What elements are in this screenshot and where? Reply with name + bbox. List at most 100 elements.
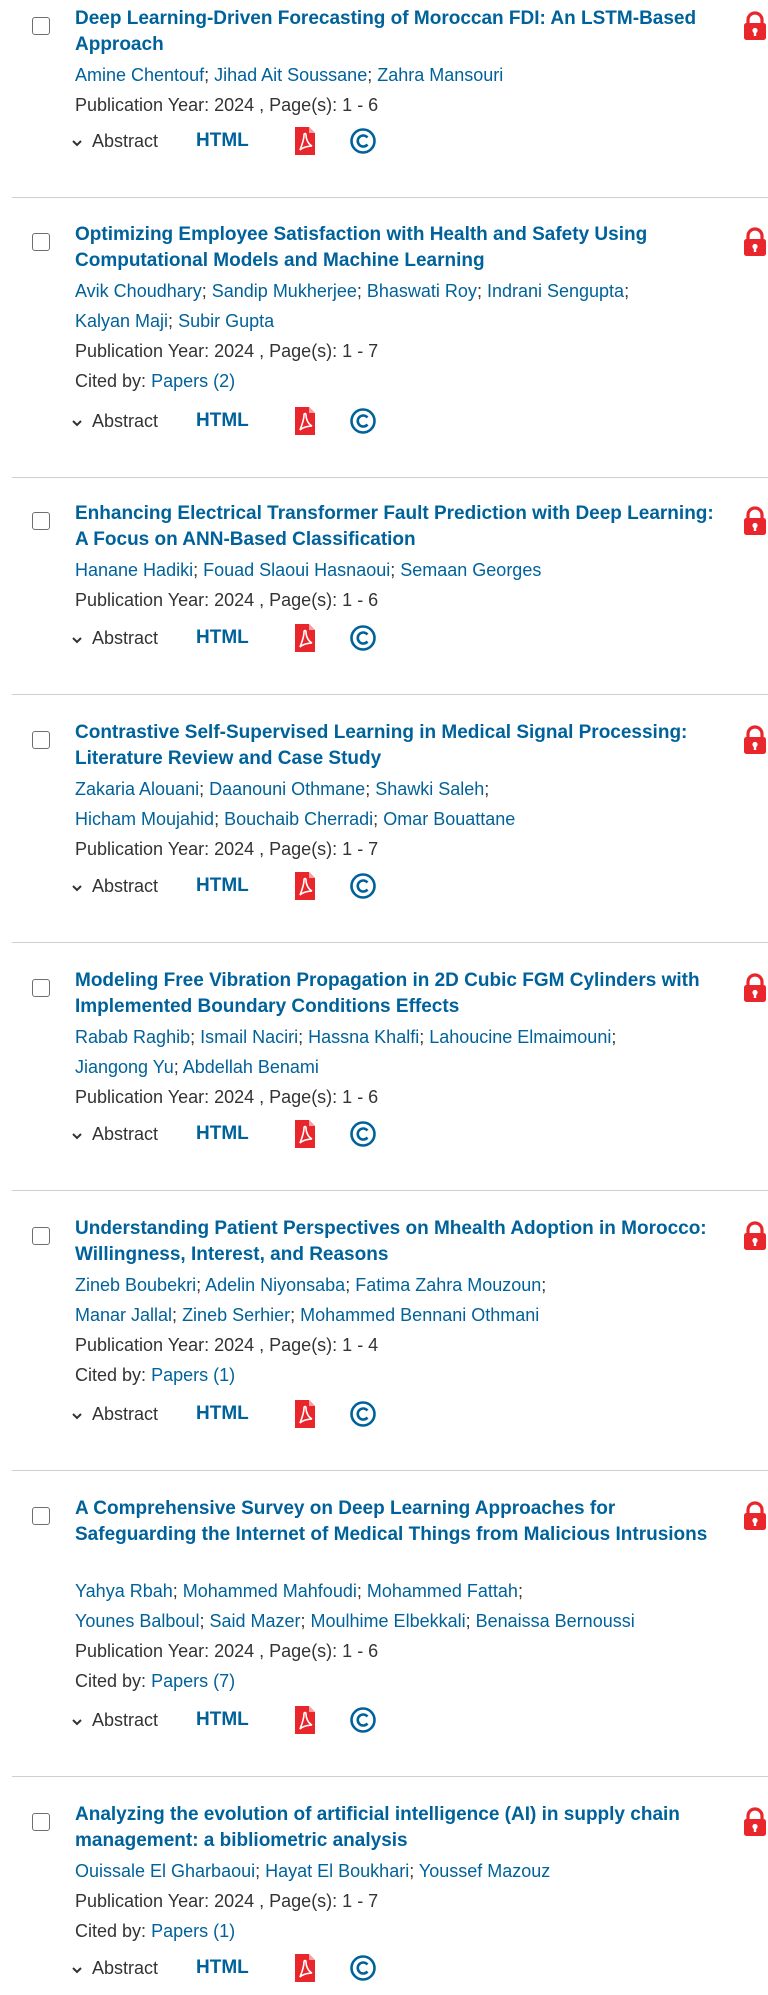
select-checkbox[interactable] bbox=[32, 17, 50, 35]
html-link[interactable]: HTML bbox=[196, 1709, 293, 1731]
copyright-icon[interactable] bbox=[349, 1954, 377, 1982]
author-link[interactable]: Shawki Saleh bbox=[375, 779, 484, 799]
divider bbox=[12, 477, 768, 478]
author-link[interactable]: Subir Gupta bbox=[178, 311, 274, 331]
abstract-toggle[interactable]: Abstract bbox=[70, 131, 196, 152]
author-link[interactable]: Zahra Mansouri bbox=[377, 65, 503, 85]
author-link[interactable]: Zineb Boubekri bbox=[75, 1275, 196, 1295]
author-link[interactable]: Amine Chentouf bbox=[75, 65, 204, 85]
author-link[interactable]: Ouissale El Gharbaoui bbox=[75, 1861, 255, 1881]
pdf-icon[interactable] bbox=[293, 623, 317, 653]
pdf-icon[interactable] bbox=[293, 1953, 317, 1983]
select-checkbox[interactable] bbox=[32, 1227, 50, 1245]
pdf-icon[interactable] bbox=[293, 1119, 317, 1149]
result-title-link[interactable]: Modeling Free Vibration Propagation in 2… bbox=[75, 968, 715, 1020]
author-link[interactable]: Moulhime Elbekkali bbox=[311, 1611, 466, 1631]
author-link[interactable]: Younes Balboul bbox=[75, 1611, 199, 1631]
author-link[interactable]: Hicham Moujahid bbox=[75, 809, 214, 829]
author-link[interactable]: Indrani Sengupta bbox=[487, 281, 624, 301]
select-checkbox[interactable] bbox=[32, 979, 50, 997]
abstract-toggle[interactable]: Abstract bbox=[70, 1710, 196, 1731]
result-actions: Abstract HTML bbox=[70, 620, 377, 656]
author-link[interactable]: Omar Bouattane bbox=[383, 809, 515, 829]
html-link[interactable]: HTML bbox=[196, 130, 293, 152]
author-separator: ; bbox=[290, 1305, 301, 1325]
author-link[interactable]: Lahoucine Elmaimouni bbox=[429, 1027, 611, 1047]
copyright-icon[interactable] bbox=[349, 1120, 377, 1148]
result-title-link[interactable]: Enhancing Electrical Transformer Fault P… bbox=[75, 501, 715, 553]
pdf-icon[interactable] bbox=[293, 1705, 317, 1735]
result-title-link[interactable]: Optimizing Employee Satisfaction with He… bbox=[75, 222, 715, 274]
select-checkbox[interactable] bbox=[32, 731, 50, 749]
author-separator: ; bbox=[465, 1611, 476, 1631]
author-link[interactable]: Jihad Ait Soussane bbox=[214, 65, 367, 85]
author-link[interactable]: Bhaswati Roy bbox=[367, 281, 477, 301]
author-link[interactable]: Rabab Raghib bbox=[75, 1027, 190, 1047]
abstract-toggle[interactable]: Abstract bbox=[70, 411, 196, 432]
cited-by-papers-link[interactable]: Papers (1) bbox=[151, 1921, 235, 1941]
author-link[interactable]: Benaissa Bernoussi bbox=[476, 1611, 635, 1631]
author-link[interactable]: Sandip Mukherjee bbox=[212, 281, 357, 301]
cited-by-papers-link[interactable]: Papers (1) bbox=[151, 1365, 235, 1385]
copyright-icon[interactable] bbox=[349, 624, 377, 652]
html-link[interactable]: HTML bbox=[196, 1123, 293, 1145]
copyright-icon[interactable] bbox=[349, 1706, 377, 1734]
author-link[interactable]: Manar Jallal bbox=[75, 1305, 172, 1325]
author-separator: ; bbox=[204, 65, 215, 85]
html-link[interactable]: HTML bbox=[196, 410, 293, 432]
copyright-icon[interactable] bbox=[349, 1400, 377, 1428]
copyright-icon[interactable] bbox=[349, 407, 377, 435]
author-link[interactable]: Semaan Georges bbox=[400, 560, 541, 580]
result-title-link[interactable]: Analyzing the evolution of artificial in… bbox=[75, 1802, 715, 1854]
cited-by-papers-link[interactable]: Papers (2) bbox=[151, 371, 235, 391]
author-link[interactable]: Mohammed Mahfoudi bbox=[183, 1581, 357, 1601]
select-checkbox[interactable] bbox=[32, 512, 50, 530]
select-checkbox[interactable] bbox=[32, 1813, 50, 1831]
abstract-toggle[interactable]: Abstract bbox=[70, 1404, 196, 1425]
author-link[interactable]: Youssef Mazouz bbox=[419, 1861, 550, 1881]
result-title-link[interactable]: A Comprehensive Survey on Deep Learning … bbox=[75, 1496, 715, 1548]
author-link[interactable]: Fatima Zahra Mouzoun bbox=[355, 1275, 541, 1295]
author-link[interactable]: Daanouni Othmane bbox=[209, 779, 365, 799]
abstract-toggle[interactable]: Abstract bbox=[70, 1958, 196, 1979]
author-link[interactable]: Jiangong Yu bbox=[75, 1057, 174, 1077]
pdf-icon[interactable] bbox=[293, 871, 317, 901]
author-link[interactable]: Ismail Naciri bbox=[200, 1027, 298, 1047]
abstract-toggle[interactable]: Abstract bbox=[70, 628, 196, 649]
result-title-link[interactable]: Contrastive Self-Supervised Learning in … bbox=[75, 720, 715, 772]
author-link[interactable]: Zineb Serhier bbox=[182, 1305, 290, 1325]
author-line: Hicham Moujahid; Bouchaib Cherradi; Omar… bbox=[75, 804, 755, 834]
author-link[interactable]: Said Mazer bbox=[209, 1611, 300, 1631]
author-link[interactable]: Bouchaib Cherradi bbox=[224, 809, 373, 829]
copyright-icon[interactable] bbox=[349, 127, 377, 155]
select-checkbox[interactable] bbox=[32, 1507, 50, 1525]
pdf-icon[interactable] bbox=[293, 126, 317, 156]
author-link[interactable]: Mohammed Fattah bbox=[367, 1581, 518, 1601]
author-separator: ; bbox=[517, 1581, 523, 1601]
author-link[interactable]: Mohammed Bennani Othmani bbox=[300, 1305, 539, 1325]
author-separator: ; bbox=[214, 809, 225, 829]
author-link[interactable]: Yahya Rbah bbox=[75, 1581, 173, 1601]
html-link[interactable]: HTML bbox=[196, 875, 293, 897]
cited-by-papers-link[interactable]: Papers (7) bbox=[151, 1671, 235, 1691]
html-link[interactable]: HTML bbox=[196, 1957, 293, 1979]
result-title-link[interactable]: Deep Learning-Driven Forecasting of Moro… bbox=[75, 6, 715, 58]
author-link[interactable]: Hayat El Boukhari bbox=[265, 1861, 409, 1881]
author-link[interactable]: Abdellah Benami bbox=[183, 1057, 319, 1077]
abstract-toggle[interactable]: Abstract bbox=[70, 1124, 196, 1145]
author-link[interactable]: Zakaria Alouani bbox=[75, 779, 199, 799]
html-link[interactable]: HTML bbox=[196, 627, 293, 649]
html-link[interactable]: HTML bbox=[196, 1403, 293, 1425]
author-link[interactable]: Hassna Khalfi bbox=[308, 1027, 419, 1047]
author-link[interactable]: Hanane Hadiki bbox=[75, 560, 193, 580]
author-link[interactable]: Adelin Niyonsaba bbox=[205, 1275, 345, 1295]
author-link[interactable]: Avik Choudhary bbox=[75, 281, 202, 301]
abstract-toggle[interactable]: Abstract bbox=[70, 876, 196, 897]
pdf-icon[interactable] bbox=[293, 1399, 317, 1429]
copyright-icon[interactable] bbox=[349, 872, 377, 900]
author-link[interactable]: Fouad Slaoui Hasnaoui bbox=[203, 560, 390, 580]
author-link[interactable]: Kalyan Maji bbox=[75, 311, 168, 331]
result-title-link[interactable]: Understanding Patient Perspectives on Mh… bbox=[75, 1216, 715, 1268]
pdf-icon[interactable] bbox=[293, 406, 317, 436]
select-checkbox[interactable] bbox=[32, 233, 50, 251]
